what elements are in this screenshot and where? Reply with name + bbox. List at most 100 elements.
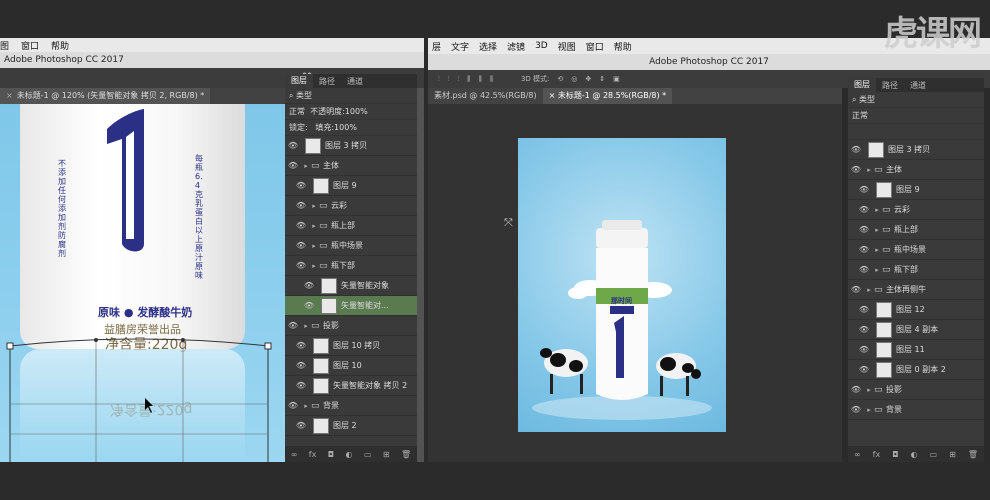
visibility-eye-icon[interactable]: 👁 <box>856 205 872 214</box>
expand-arrow-icon[interactable]: ▸ <box>864 166 874 174</box>
layer-row[interactable]: 👁 ▸ ▭ 主体 <box>285 156 417 176</box>
layer-row[interactable]: 👁 ▸ ▭ 瓶上部 <box>848 220 984 240</box>
layer-row[interactable]: 👁 ▸ ▭ 投影 <box>848 380 984 400</box>
rotate-3d-icon[interactable]: ⟲ <box>557 75 563 83</box>
expand-arrow-icon[interactable]: ▸ <box>301 322 311 330</box>
distribute-icon[interactable]: ⫼ <box>467 75 470 84</box>
layer-row[interactable]: 👁 图层 9 <box>848 180 984 200</box>
menu-item[interactable]: 图 <box>0 39 9 52</box>
blend-mode[interactable]: 正常 <box>289 106 305 117</box>
visibility-eye-icon[interactable]: 👁 <box>856 345 872 354</box>
link-icon[interactable]: ∞ <box>854 450 861 459</box>
trash-icon[interactable]: 🗑 <box>401 450 411 459</box>
tab-layers[interactable]: 图层 <box>848 78 876 92</box>
folder-icon[interactable]: ▭ <box>364 450 372 459</box>
visibility-eye-icon[interactable]: 👁 <box>856 305 872 314</box>
new-layer-icon[interactable]: ⊞ <box>383 450 390 459</box>
distribute-icon[interactable]: ⫼ <box>478 75 481 84</box>
layer-row[interactable]: 👁 图层 4 副本 <box>848 320 984 340</box>
document-tab-active[interactable]: × 未标题-1 @ 28.5%(RGB/8) * <box>542 88 673 104</box>
align-icon[interactable]: ⫶ <box>448 75 450 84</box>
expand-arrow-icon[interactable]: ▸ <box>872 226 882 234</box>
adjust-icon[interactable]: ◐ <box>346 450 353 459</box>
fx-icon[interactable]: fx <box>873 450 881 459</box>
fx-icon[interactable]: fx <box>309 450 317 459</box>
expand-arrow-icon[interactable]: ▸ <box>309 202 319 210</box>
visibility-eye-icon[interactable]: 👁 <box>293 241 309 250</box>
layer-row[interactable]: 👁 图层 9 <box>285 176 417 196</box>
visibility-eye-icon[interactable]: 👁 <box>285 141 301 150</box>
layer-row[interactable]: 👁 图层 10 拷贝 <box>285 336 417 356</box>
visibility-eye-icon[interactable]: 👁 <box>856 365 872 374</box>
layer-row[interactable]: 👁 图层 12 <box>848 300 984 320</box>
document-tab[interactable]: × 未标题-1 @ 120% (矢量智能对象 拷贝 2, RGB/8) * <box>0 88 211 104</box>
adjust-icon[interactable]: ◐ <box>911 450 918 459</box>
layer-row[interactable]: 👁 ▸ ▭ 背景 <box>848 400 984 420</box>
visibility-eye-icon[interactable]: 👁 <box>848 405 864 414</box>
layer-filter-row[interactable]: ⌕ 类型 <box>285 88 417 104</box>
scale-3d-icon[interactable]: ▣ <box>613 75 620 83</box>
visibility-eye-icon[interactable]: 👁 <box>285 401 301 410</box>
blend-row[interactable]: 正常 <box>848 108 984 124</box>
visibility-eye-icon[interactable]: 👁 <box>856 325 872 334</box>
visibility-eye-icon[interactable]: 👁 <box>293 221 309 230</box>
new-layer-icon[interactable]: ⊞ <box>949 450 956 459</box>
expand-arrow-icon[interactable]: ▸ <box>872 266 882 274</box>
visibility-eye-icon[interactable]: 👁 <box>301 301 317 310</box>
blend-mode[interactable]: 正常 <box>852 110 868 121</box>
menu-item[interactable]: 帮助 <box>51 39 69 52</box>
tab-paths[interactable]: 路径 <box>313 76 341 87</box>
visibility-eye-icon[interactable]: 👁 <box>856 225 872 234</box>
trash-icon[interactable]: 🗑 <box>968 450 978 459</box>
visibility-eye-icon[interactable]: 👁 <box>293 341 309 350</box>
close-icon[interactable]: × <box>6 91 13 100</box>
menu-item[interactable]: 帮助 <box>614 40 632 53</box>
layer-row[interactable]: 👁 ▸ ▭ 主体 <box>848 160 984 180</box>
layer-row[interactable]: 👁 矢量智能对... <box>285 296 417 316</box>
expand-arrow-icon[interactable]: ▸ <box>309 262 319 270</box>
slide-3d-icon[interactable]: ⇕ <box>599 75 605 83</box>
menu-item[interactable]: 文字 <box>451 40 469 53</box>
layer-row[interactable]: 👁 图层 10 <box>285 356 417 376</box>
mask-icon[interactable]: ◘ <box>892 450 898 459</box>
layer-filter-row[interactable]: ⌕ 类型 <box>848 92 984 108</box>
visibility-eye-icon[interactable]: 👁 <box>293 361 309 370</box>
layer-row[interactable]: 👁 图层 3 拷贝 <box>285 136 417 156</box>
visibility-eye-icon[interactable]: 👁 <box>848 165 864 174</box>
pan-3d-icon[interactable]: ✥ <box>585 75 591 83</box>
layer-row[interactable]: 👁 ▸ ▭ 瓶下部 <box>285 256 417 276</box>
visibility-eye-icon[interactable]: 👁 <box>856 265 872 274</box>
expand-arrow-icon[interactable]: ▸ <box>864 286 874 294</box>
layer-row[interactable]: 👁 ▸ ▭ 云彩 <box>285 196 417 216</box>
expand-arrow-icon[interactable]: ▸ <box>864 406 874 414</box>
tab-channels[interactable]: 通道 <box>341 76 369 87</box>
expand-arrow-icon[interactable]: ▸ <box>872 246 882 254</box>
layer-row[interactable]: 👁 ▸ ▭ 背景 <box>285 396 417 416</box>
right-canvas-area[interactable]: ⤧ 那时间 <box>428 104 842 462</box>
layer-row[interactable]: 👁 ▸ ▭ 云彩 <box>848 200 984 220</box>
link-icon[interactable]: ∞ <box>291 450 298 459</box>
layer-row[interactable]: 👁 ▸ ▭ 投影 <box>285 316 417 336</box>
layer-row[interactable]: 👁 图层 2 <box>285 416 417 436</box>
distribute-icon[interactable]: ⫼ <box>490 75 493 84</box>
folder-icon[interactable]: ▭ <box>930 450 938 459</box>
visibility-eye-icon[interactable]: 👁 <box>293 261 309 270</box>
tab-layers[interactable]: 图层 <box>285 74 313 88</box>
visibility-eye-icon[interactable]: 👁 <box>301 281 317 290</box>
tab-channels[interactable]: 通道 <box>904 80 932 91</box>
align-icon[interactable]: ⫶ <box>458 75 460 84</box>
expand-arrow-icon[interactable]: ▸ <box>864 386 874 394</box>
mask-icon[interactable]: ◘ <box>328 450 334 459</box>
tab-paths[interactable]: 路径 <box>876 80 904 91</box>
menu-item[interactable]: 层 <box>432 40 441 53</box>
visibility-eye-icon[interactable]: 👁 <box>293 181 309 190</box>
layer-row[interactable]: 👁 图层 0 副本 2 <box>848 360 984 380</box>
layer-row[interactable]: 👁 矢量智能对象 拷贝 2 <box>285 376 417 396</box>
visibility-eye-icon[interactable]: 👁 <box>848 145 864 154</box>
expand-arrow-icon[interactable]: ▸ <box>872 206 882 214</box>
layer-row[interactable]: 👁 图层 3 拷贝 <box>848 140 984 160</box>
visibility-eye-icon[interactable]: 👁 <box>856 245 872 254</box>
roll-3d-icon[interactable]: ◎ <box>571 75 577 83</box>
align-icon[interactable]: ⫶ <box>438 75 440 84</box>
menu-item[interactable]: 选择 <box>479 40 497 53</box>
